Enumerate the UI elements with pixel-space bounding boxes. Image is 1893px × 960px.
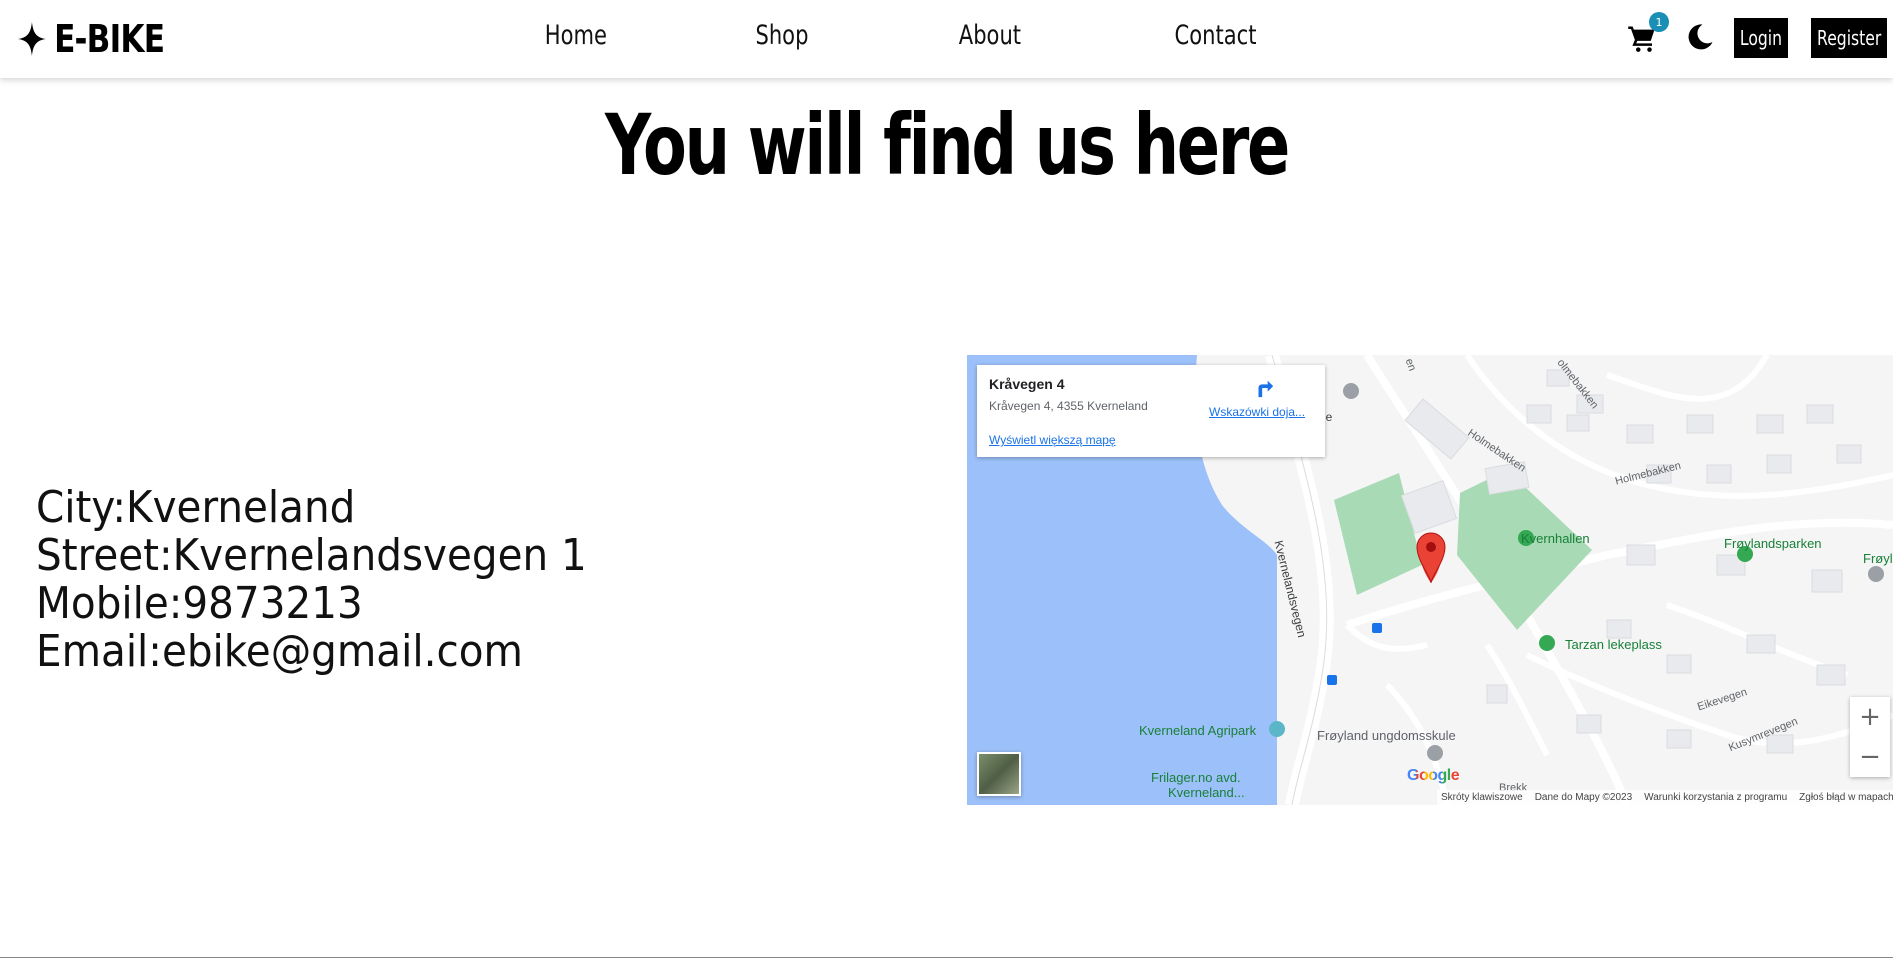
login-button[interactable]: Login — [1734, 18, 1788, 58]
map-label-agripark[interactable]: Kverneland Agripark — [1139, 723, 1256, 738]
map-data-text: Dane do Mapy ©2023 — [1534, 792, 1633, 803]
terms-link[interactable]: Warunki korzystania z programu — [1644, 792, 1787, 803]
place-info-card: Kråvegen 4 Kråvegen 4, 4355 Kverneland W… — [977, 365, 1325, 457]
larger-map-link[interactable]: Wyświetl większą mapę — [989, 433, 1116, 447]
map-label-kvernhallen[interactable]: Kvernhallen — [1521, 531, 1590, 546]
page-title: You will find us here — [604, 96, 1290, 194]
nav-link-home[interactable]: Home — [545, 20, 607, 51]
zoom-controls: + − — [1850, 697, 1890, 777]
map-label-froyla[interactable]: Frøyla — [1863, 551, 1893, 566]
brand-name: E-BIKE — [54, 17, 165, 61]
contact-mobile: Mobile:9873213 — [36, 578, 363, 629]
google-logo: Google — [1407, 767, 1460, 785]
navbar: E-BIKE Home Shop About Contact 1 Login R… — [0, 0, 1893, 78]
register-button[interactable]: Register — [1811, 18, 1887, 58]
google-logo-text: Google — [1407, 767, 1460, 784]
nav-link-about[interactable]: About — [959, 20, 1021, 51]
map-label-tarzan[interactable]: Tarzan lekeplass — [1565, 637, 1662, 652]
nav-link-contact[interactable]: Contact — [1175, 20, 1257, 51]
zoom-in-button[interactable]: + — [1850, 697, 1890, 737]
footer-divider — [0, 957, 1893, 958]
brand-logo[interactable]: E-BIKE — [18, 14, 165, 64]
directions-icon[interactable] — [1253, 377, 1275, 399]
cart-count-badge: 1 — [1649, 12, 1669, 32]
contact-info: City:Kverneland Street:Kvernelandsvegen … — [36, 484, 587, 676]
embedded-map[interactable]: Kvernhallen Frøylandsparken Frøyla Tarza… — [967, 355, 1893, 805]
map-label-frilager-1[interactable]: Frilager.no avd. — [1151, 770, 1241, 785]
keyboard-shortcuts-link[interactable]: Skróty klawiszowe — [1441, 792, 1523, 803]
contact-city: City:Kverneland — [36, 482, 356, 533]
place-title: Kråvegen 4 — [989, 376, 1065, 392]
moon-icon[interactable] — [1685, 22, 1715, 52]
contact-street: Street:Kvernelandsvegen 1 — [36, 530, 587, 581]
sparkle-icon — [18, 22, 46, 56]
map-label-froylandsparken[interactable]: Frøylandsparken — [1724, 536, 1822, 551]
report-error-link[interactable]: Zgłoś błąd w mapach — [1799, 792, 1893, 803]
directions-link[interactable]: Wskazówki doja... — [1209, 405, 1305, 419]
map-label-frilager-2[interactable]: Kverneland... — [1168, 785, 1245, 800]
zoom-out-button[interactable]: − — [1850, 737, 1890, 777]
contact-email: Email:ebike@gmail.com — [36, 626, 523, 677]
satellite-layer-toggle[interactable] — [977, 752, 1021, 796]
map-attribution: Skróty klawiszowe Dane do Mapy ©2023 War… — [1437, 790, 1893, 805]
register-label: Register — [1816, 26, 1882, 50]
login-label: Login — [1739, 26, 1783, 50]
place-address: Kråvegen 4, 4355 Kverneland — [989, 399, 1148, 413]
nav-link-shop[interactable]: Shop — [755, 20, 808, 51]
map-label-ungdomsskule[interactable]: Frøyland ungdomsskule — [1317, 728, 1456, 743]
